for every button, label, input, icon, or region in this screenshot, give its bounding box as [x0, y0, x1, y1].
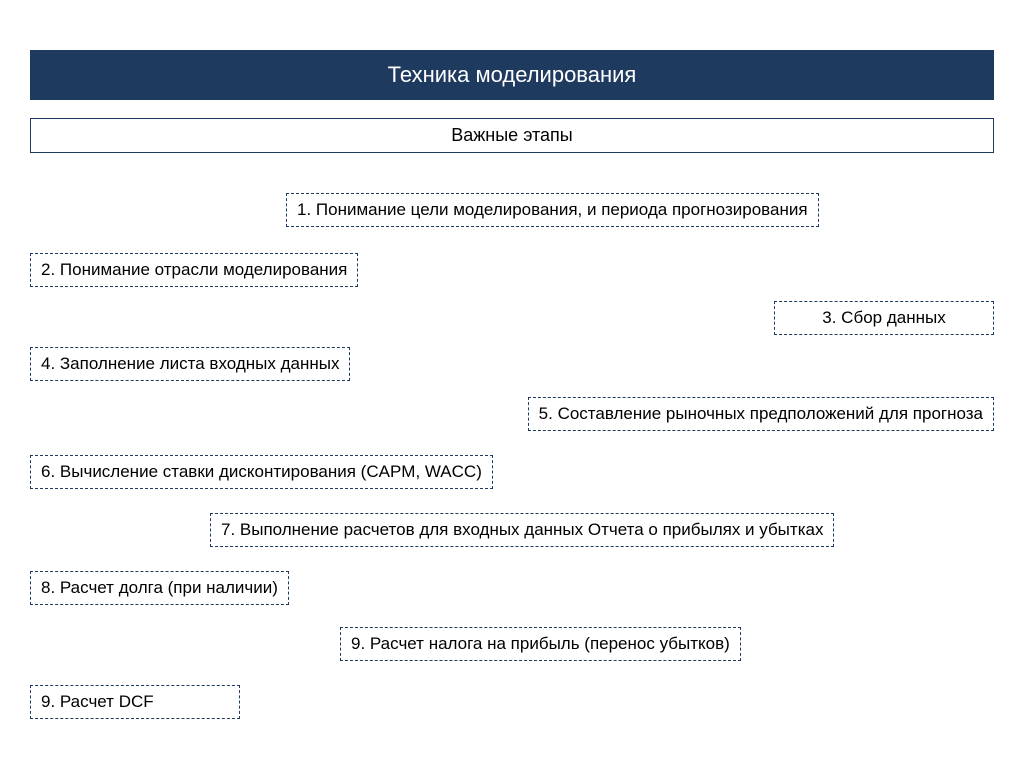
page-title: Техника моделирования — [30, 50, 994, 100]
steps-container: 1. Понимание цели моделирования, и перио… — [30, 193, 994, 753]
step-1: 1. Понимание цели моделирования, и перио… — [286, 193, 819, 227]
step-2: 2. Понимание отрасли моделирования — [30, 253, 358, 287]
step-6: 6. Вычисление ставки дисконтирования (CA… — [30, 455, 493, 489]
page-subtitle: Важные этапы — [30, 118, 994, 153]
step-9: 9. Расчет налога на прибыль (перенос убы… — [340, 627, 741, 661]
step-5: 5. Составление рыночных предположений дл… — [528, 397, 994, 431]
step-4: 4. Заполнение листа входных данных — [30, 347, 350, 381]
step-7: 7. Выполнение расчетов для входных данны… — [210, 513, 834, 547]
step-8: 8. Расчет долга (при наличии) — [30, 571, 289, 605]
step-3: 3. Сбор данных — [774, 301, 994, 335]
step-10: 9. Расчет DCF — [30, 685, 240, 719]
